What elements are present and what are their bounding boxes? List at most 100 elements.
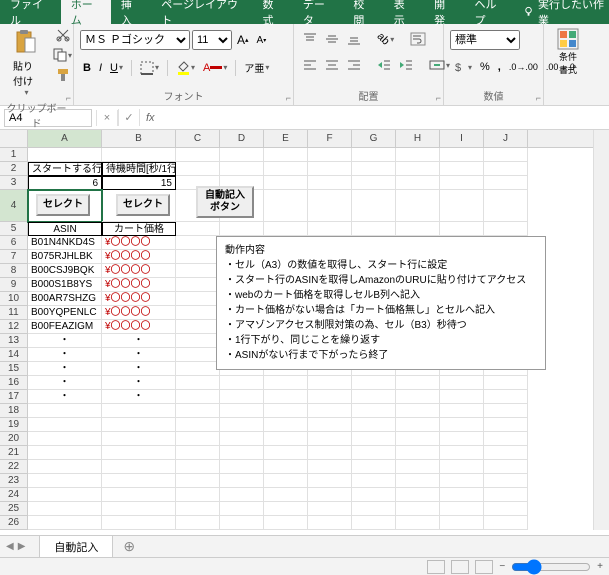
cell-D17[interactable] <box>220 390 264 404</box>
cell-A25[interactable] <box>28 502 102 516</box>
cell-J24[interactable] <box>484 488 528 502</box>
cell-J21[interactable] <box>484 446 528 460</box>
cell-E4[interactable] <box>264 190 308 222</box>
cell-C20[interactable] <box>176 432 220 446</box>
currency-button[interactable]: $▾ <box>450 58 475 76</box>
number-format-select[interactable]: 標準 <box>450 30 520 50</box>
cell-J16[interactable] <box>484 376 528 390</box>
cell-B10[interactable]: ¥〇〇〇〇 <box>102 292 176 306</box>
cell-E16[interactable] <box>264 376 308 390</box>
row-header-4[interactable]: 4 <box>0 190 27 222</box>
select-all-corner[interactable] <box>0 130 28 148</box>
cell-I4[interactable] <box>440 190 484 222</box>
cell-H2[interactable] <box>396 162 440 176</box>
cell-C5[interactable] <box>176 222 220 236</box>
row-header-9[interactable]: 9 <box>0 278 27 292</box>
cell-G20[interactable] <box>352 432 396 446</box>
cell-G18[interactable] <box>352 404 396 418</box>
col-header-H[interactable]: H <box>396 130 440 147</box>
cell-B20[interactable] <box>102 432 176 446</box>
row-header-5[interactable]: 5 <box>0 222 27 236</box>
cell-G22[interactable] <box>352 460 396 474</box>
cell-D5[interactable] <box>220 222 264 236</box>
align-expand[interactable]: ⌐ <box>436 93 441 103</box>
cell-B15[interactable]: ・ <box>102 362 176 376</box>
cell-F16[interactable] <box>308 376 352 390</box>
cell-J4[interactable] <box>484 190 528 222</box>
cell-A2[interactable]: スタートする行 <box>28 162 102 176</box>
cell-G23[interactable] <box>352 474 396 488</box>
cell-J18[interactable] <box>484 404 528 418</box>
cell-E5[interactable] <box>264 222 308 236</box>
cell-A21[interactable] <box>28 446 102 460</box>
cell-B19[interactable] <box>102 418 176 432</box>
cell-B5[interactable]: カート価格 <box>102 222 176 236</box>
cell-I1[interactable] <box>440 148 484 162</box>
cell-H19[interactable] <box>396 418 440 432</box>
cell-A26[interactable] <box>28 516 102 530</box>
row-header-16[interactable]: 16 <box>0 376 27 390</box>
row-header-20[interactable]: 20 <box>0 432 27 446</box>
cell-D20[interactable] <box>220 432 264 446</box>
orientation-button[interactable]: ab▾ <box>374 31 397 47</box>
cell-H23[interactable] <box>396 474 440 488</box>
cell-I22[interactable] <box>440 460 484 474</box>
cell-C12[interactable] <box>176 320 220 334</box>
cell-A20[interactable] <box>28 432 102 446</box>
cell-I19[interactable] <box>440 418 484 432</box>
cell-I3[interactable] <box>440 176 484 190</box>
cell-F24[interactable] <box>308 488 352 502</box>
row-header-19[interactable]: 19 <box>0 418 27 432</box>
cell-H5[interactable] <box>396 222 440 236</box>
format-painter-button[interactable] <box>53 66 73 84</box>
cell-I25[interactable] <box>440 502 484 516</box>
cell-G25[interactable] <box>352 502 396 516</box>
font-expand[interactable]: ⌐ <box>286 93 291 103</box>
cell-F23[interactable] <box>308 474 352 488</box>
zoom-slider[interactable] <box>511 559 591 575</box>
cell-C11[interactable] <box>176 306 220 320</box>
cell-H3[interactable] <box>396 176 440 190</box>
cell-B7[interactable]: ¥〇〇〇〇 <box>102 250 176 264</box>
cell-B11[interactable]: ¥〇〇〇〇 <box>102 306 176 320</box>
cell-B8[interactable]: ¥〇〇〇〇 <box>102 264 176 278</box>
cell-J2[interactable] <box>484 162 528 176</box>
cell-F20[interactable] <box>308 432 352 446</box>
cell-E24[interactable] <box>264 488 308 502</box>
cell-C1[interactable] <box>176 148 220 162</box>
decrease-font-button[interactable]: A▾ <box>254 33 270 48</box>
cell-J1[interactable] <box>484 148 528 162</box>
cell-D22[interactable] <box>220 460 264 474</box>
cell-A8[interactable]: B00CSJ9BQK <box>28 264 102 278</box>
cell-C2[interactable] <box>176 162 220 176</box>
cell-B12[interactable]: ¥〇〇〇〇 <box>102 320 176 334</box>
page-break-view-button[interactable] <box>475 560 493 574</box>
cell-C22[interactable] <box>176 460 220 474</box>
col-header-J[interactable]: J <box>484 130 528 147</box>
tab-nav-prev[interactable]: ◀ <box>6 541 14 552</box>
row-header-8[interactable]: 8 <box>0 264 27 278</box>
select-button-1[interactable]: セレクト <box>36 194 90 216</box>
cell-D16[interactable] <box>220 376 264 390</box>
cell-C8[interactable] <box>176 264 220 278</box>
cell-B14[interactable]: ・ <box>102 348 176 362</box>
cell-I24[interactable] <box>440 488 484 502</box>
cell-F1[interactable] <box>308 148 352 162</box>
cell-G1[interactable] <box>352 148 396 162</box>
cell-C24[interactable] <box>176 488 220 502</box>
cell-B21[interactable] <box>102 446 176 460</box>
font-color-button[interactable]: A▾ <box>200 60 230 76</box>
cell-A15[interactable]: ・ <box>28 362 102 376</box>
cell-H25[interactable] <box>396 502 440 516</box>
cell-D21[interactable] <box>220 446 264 460</box>
comma-button[interactable]: , <box>495 59 504 75</box>
cell-H20[interactable] <box>396 432 440 446</box>
align-center-button[interactable] <box>322 56 342 74</box>
cell-A16[interactable]: ・ <box>28 376 102 390</box>
cell-E2[interactable] <box>264 162 308 176</box>
increase-decimal-button[interactable]: .0→.00 <box>506 60 541 74</box>
italic-button[interactable]: I <box>96 60 105 76</box>
col-header-C[interactable]: C <box>176 130 220 147</box>
cell-C10[interactable] <box>176 292 220 306</box>
cell-C15[interactable] <box>176 362 220 376</box>
